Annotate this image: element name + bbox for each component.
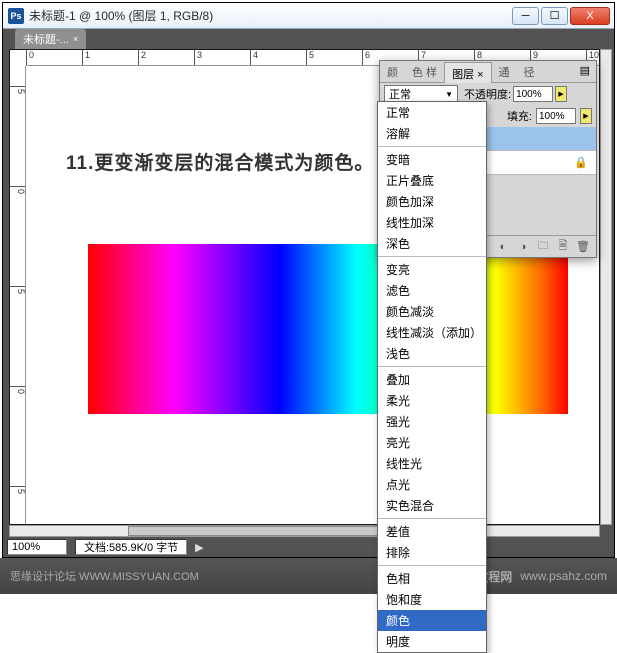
panel-menu-icon[interactable]: ▤ (574, 61, 596, 82)
panel-tab-bar: 颜 色 样 图层 × 通 径 ▤ (380, 61, 596, 83)
blend-option[interactable]: 点光 (378, 474, 486, 495)
ruler-tick: 5 (306, 50, 314, 66)
blend-option[interactable]: 亮光 (378, 432, 486, 453)
blend-option[interactable]: 强光 (378, 411, 486, 432)
watermark-footer: 思缘设计论坛 WWW.MISSYUAN.COM PS爱好者教程网 www.psa… (0, 558, 617, 594)
blend-option[interactable]: 颜色减淡 (378, 301, 486, 322)
close-button[interactable]: X (570, 7, 610, 25)
blend-option[interactable]: 排除 (378, 542, 486, 563)
window-title: 未标题-1 @ 100% (图层 1, RGB/8) (29, 7, 512, 24)
blend-option[interactable]: 叠加 (378, 369, 486, 390)
tab-layers[interactable]: 图层 × (444, 62, 491, 83)
document-tab[interactable]: 未标题-... × (15, 29, 86, 49)
ruler-tick: 1 (82, 50, 90, 66)
fill-label: 填充: (507, 108, 532, 124)
blend-option[interactable]: 实色混合 (378, 495, 486, 516)
ruler-tick: 0 (10, 186, 26, 236)
blend-option[interactable]: 色相 (378, 568, 486, 589)
blend-option[interactable]: 柔光 (378, 390, 486, 411)
layer-mask-icon[interactable]: ◐ (496, 240, 510, 254)
ruler-tick: 4 (250, 50, 258, 66)
tab-color[interactable]: 颜 (380, 61, 405, 82)
separator (378, 366, 486, 367)
separator (378, 565, 486, 566)
tab-paths[interactable]: 径 (517, 61, 542, 82)
separator (378, 518, 486, 519)
blend-option[interactable]: 浅色 (378, 343, 486, 364)
footer-left: 思缘设计论坛 WWW.MISSYUAN.COM (10, 568, 199, 584)
blend-option[interactable]: 变暗 (378, 149, 486, 170)
ruler-tick: 0 (10, 386, 26, 436)
blend-option[interactable]: 线性加深 (378, 212, 486, 233)
blend-option[interactable]: 变亮 (378, 259, 486, 280)
group-icon[interactable]: 🗀 (536, 240, 550, 254)
separator (378, 146, 486, 147)
blend-option[interactable]: 饱和度 (378, 589, 486, 610)
tab-channels[interactable]: 通 (492, 61, 517, 82)
chevron-down-icon: ▼ (445, 90, 453, 99)
document-tab-label: 未标题-... (23, 31, 69, 47)
ruler-tick: 5 (10, 286, 26, 336)
horizontal-scrollbar[interactable] (9, 525, 600, 537)
opacity-arrow-icon[interactable]: ▶ (555, 86, 567, 102)
chevron-right-icon[interactable]: ▶ (195, 541, 203, 554)
ruler-tick: 5 (10, 486, 26, 524)
titlebar: Ps 未标题-1 @ 100% (图层 1, RGB/8) ─ ☐ X (3, 3, 614, 29)
vertical-scrollbar[interactable] (600, 49, 612, 525)
fill-field[interactable]: 100% (536, 108, 576, 124)
blend-option-selected[interactable]: 颜色 (378, 610, 486, 631)
blend-option[interactable]: 正片叠底 (378, 170, 486, 191)
adjustment-icon[interactable]: ◑ (516, 240, 530, 254)
app-icon: Ps (8, 8, 24, 24)
blend-option[interactable]: 正常 (378, 102, 486, 123)
opacity-field[interactable]: 100% (513, 86, 553, 102)
minimize-button[interactable]: ─ (512, 7, 539, 25)
maximize-button[interactable]: ☐ (541, 7, 568, 25)
blend-mode-dropdown[interactable]: 正常 溶解 变暗 正片叠底 颜色加深 线性加深 深色 变亮 滤色 颜色减淡 线性… (377, 101, 487, 653)
zoom-field[interactable]: 100% (7, 539, 67, 555)
blend-option[interactable]: 颜色加深 (378, 191, 486, 212)
close-icon[interactable]: × (73, 34, 78, 44)
doc-info: 文档:585.9K/0 字节 (75, 539, 187, 555)
delete-icon[interactable]: 🗑 (576, 240, 590, 254)
separator (378, 256, 486, 257)
blend-option[interactable]: 线性光 (378, 453, 486, 474)
ruler-tick: 6 (362, 50, 370, 66)
ruler-tick: 2 (138, 50, 146, 66)
blend-option[interactable]: 明度 (378, 631, 486, 652)
ruler-tick: 3 (194, 50, 202, 66)
blend-option[interactable]: 深色 (378, 233, 486, 254)
gradient-rectangle (88, 244, 568, 414)
blend-option[interactable]: 溶解 (378, 123, 486, 144)
fill-arrow-icon[interactable]: ▶ (580, 108, 592, 124)
ruler-tick: 0 (26, 50, 34, 66)
lock-icon: 🔒 (574, 156, 588, 169)
blend-option[interactable]: 差值 (378, 521, 486, 542)
instruction-text: 11.更变渐变层的混合模式为颜色。 (66, 148, 374, 175)
tab-swatches[interactable]: 色 样 (405, 61, 444, 82)
footer-url: www.psahz.com (520, 569, 607, 583)
document-tab-bar: 未标题-... × (3, 29, 614, 49)
opacity-label: 不透明度: (464, 86, 511, 102)
status-bar: 100% 文档:585.9K/0 字节 ▶ (3, 537, 614, 557)
blend-mode-value: 正常 (389, 86, 411, 102)
new-layer-icon[interactable]: 🗎 (556, 240, 570, 254)
blend-option[interactable]: 滤色 (378, 280, 486, 301)
window-controls: ─ ☐ X (512, 7, 610, 25)
ruler-tick: 5 (10, 86, 26, 136)
ruler-vertical: 5 0 5 0 5 (10, 66, 26, 524)
blend-option[interactable]: 线性减淡（添加） (378, 322, 486, 343)
